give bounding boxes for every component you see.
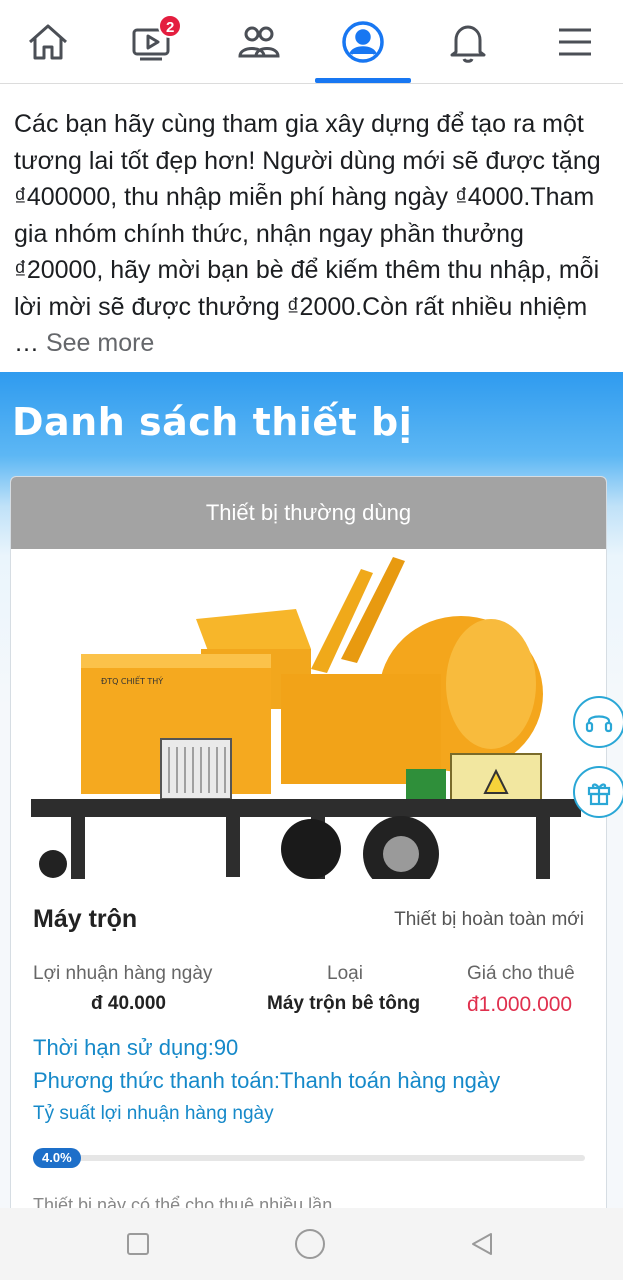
recent-apps-icon [127,1233,149,1255]
equipment-card: Thiết bị thường dùng ĐTQ CHIẾT THÝ Máy t… [10,476,607,1208]
nav-profile[interactable] [315,0,411,84]
home-icon [29,24,67,60]
daily-rate-label: Tỷ suất lợi nhuận hàng ngày [33,1103,274,1124]
support-button[interactable] [573,696,623,748]
recent-apps-button[interactable] [120,1226,156,1262]
post-image[interactable]: Danh sách thiết bị Thiết bị thường dùng … [0,372,623,1208]
rental-price-value: đ1.000.000 [467,993,573,1016]
nav-watch[interactable]: 2 [104,0,200,84]
bell-icon [450,25,486,63]
notification-badge: 2 [158,14,183,38]
nav-menu[interactable] [527,0,623,84]
machine-label: ĐTQ CHIẾT THÝ [101,675,163,686]
home-circle-icon [295,1229,325,1259]
product-name: Máy trộn [33,905,138,933]
concrete-mixer-image: ĐTQ CHIẾT THÝ [31,557,581,879]
nav-notifications[interactable] [420,0,516,84]
back-button[interactable] [464,1226,500,1262]
daily-profit-value: đ 40.000 [91,993,166,1014]
card-header: Thiết bị thường dùng [11,477,606,549]
post-body: Các bạn hãy cùng tham gia xây dựng để tạ… [14,110,601,357]
active-tab-indicator [315,78,411,83]
profile-icon [342,21,384,63]
promo-title: Danh sách thiết bị [12,400,413,444]
headset-icon [585,715,613,733]
usage-term: Thời hạn sử dụng:90 [33,1035,239,1060]
friends-icon [238,26,280,58]
payment-method: Phương thức thanh toán:Thanh toán hàng n… [33,1068,501,1093]
system-navigation-bar [0,1208,623,1280]
type-value: Máy trộn bê tông [267,993,421,1014]
product-condition: Thiết bị hoàn toàn mới [394,909,584,930]
post-text: Các bạn hãy cùng tham gia xây dựng để tạ… [14,106,610,362]
gift-icon [587,783,611,806]
rental-price-header: Giá cho thuê [467,963,575,984]
rate-progress-track [33,1155,585,1161]
home-button[interactable] [292,1226,328,1262]
see-more-link[interactable]: See more [46,329,154,357]
back-icon [472,1233,492,1255]
type-header: Loại [327,963,363,984]
menu-icon [559,28,591,56]
gift-button[interactable] [573,766,623,818]
nav-home[interactable] [0,0,96,84]
rental-note: Thiết bị này có thể cho thuê nhiều lần [33,1195,333,1208]
rate-progress-label: 4.0% [33,1148,81,1168]
nav-groups[interactable] [210,0,306,84]
top-navigation: 2 [0,0,623,84]
daily-profit-header: Lợi nhuận hàng ngày [33,963,213,984]
